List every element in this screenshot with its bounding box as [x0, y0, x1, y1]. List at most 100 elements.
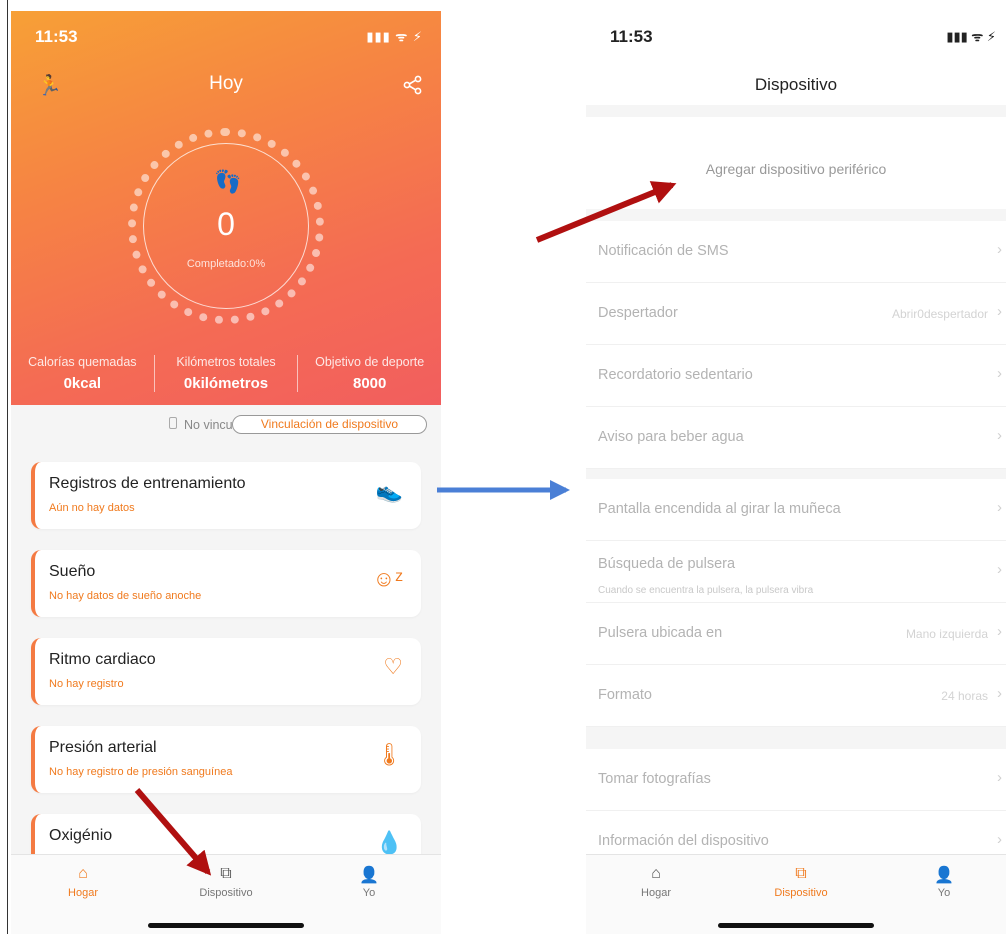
shoe-icon: 👟: [375, 478, 403, 503]
setting-format[interactable]: Formato 24 horas ›: [586, 665, 1006, 727]
nav-header: 11:53 ▮▮▮ ᯤ ⚡ Dispositivo: [586, 11, 1006, 105]
card-title: Sueño: [49, 563, 96, 580]
tab-label: Yo: [937, 887, 951, 899]
stat-goal: Objetivo de deporte 8000: [297, 355, 441, 392]
page-title: Dispositivo: [754, 75, 838, 94]
setting-take-photo[interactable]: Tomar fotografías ›: [586, 749, 1006, 811]
home-icon: ⌂: [651, 865, 661, 882]
watch-icon: [169, 417, 177, 429]
settings-group-1: Notificación de SMS › Despertador Abrir0…: [586, 221, 1006, 469]
tab-label: Hogar: [68, 887, 98, 899]
setting-label: Despertador: [598, 305, 678, 321]
setting-label: Pantalla encendida al girar la muñeca: [598, 501, 841, 517]
drop-icon: 💧: [375, 830, 403, 855]
tab-me[interactable]: 👤 Yo: [904, 865, 984, 899]
card-sleep[interactable]: Sueño No hay datos de sueño anoche ☺ᶻ: [31, 550, 421, 617]
tab-label: Yo: [362, 887, 376, 899]
device-icon: ⧉: [220, 865, 232, 882]
device-icon: ⧉: [795, 865, 807, 882]
status-icons: ▮▮▮ ᯤ ⚡: [366, 29, 423, 44]
tab-label: Hogar: [641, 887, 671, 899]
tab-bar: ⌂ Hogar ⧉ Dispositivo 👤 Yo: [586, 854, 1006, 934]
setting-wear-hand[interactable]: Pulsera ubicada en Mano izquierda ›: [586, 603, 1006, 665]
tab-me[interactable]: 👤 Yo: [329, 865, 409, 899]
chevron-right-icon: ›: [997, 831, 1002, 848]
setting-find-band[interactable]: Búsqueda de pulsera Cuando se encuentra …: [586, 541, 1006, 603]
chevron-right-icon: ›: [997, 499, 1002, 516]
status-time: 11:53: [610, 27, 653, 46]
tab-device[interactable]: ⧉ Dispositivo: [186, 865, 266, 899]
stat-value: 0kilómetros: [183, 375, 269, 392]
step-count: 0: [217, 206, 235, 242]
left-border-line: [7, 0, 8, 934]
card-title: Presión arterial: [49, 739, 157, 756]
tab-home[interactable]: ⌂ Hogar: [616, 865, 696, 899]
hero-header: 11:53 ▮▮▮ ᯤ ⚡ 🏃 Hoy 👣 0 Completado:0% Ca…: [11, 11, 441, 405]
stat-label: Kilómetros totales: [176, 355, 276, 369]
stats-row: Calorías quemadas 0kcal Kilómetros total…: [11, 355, 441, 392]
share-icon[interactable]: [403, 75, 423, 95]
person-icon: 👤: [934, 867, 954, 884]
tab-device[interactable]: ⧉ Dispositivo: [761, 865, 841, 899]
home-indicator: [148, 923, 304, 928]
page-title: Hoy: [209, 73, 243, 94]
bind-device-button[interactable]: Vinculación de dispositivo: [232, 415, 427, 434]
setting-value: Abrir0despertador: [891, 307, 988, 321]
binding-status-row: No vinculado Vinculación de dispositivo: [11, 413, 441, 437]
stat-calories: Calorías quemadas 0kcal: [11, 355, 154, 392]
status-time: 11:53: [35, 27, 78, 46]
stat-label: Objetivo de deporte: [315, 355, 425, 369]
setting-label: Notificación de SMS: [598, 243, 729, 259]
stat-value: 0kcal: [63, 375, 102, 392]
card-title: Registros de entrenamiento: [49, 475, 246, 492]
person-icon: 👤: [359, 867, 379, 884]
setting-label: Aviso para beber agua: [598, 429, 744, 445]
setting-value: 24 horas: [941, 689, 988, 703]
chevron-right-icon: ›: [997, 561, 1002, 578]
chevron-right-icon: ›: [997, 303, 1002, 320]
stat-value: 8000: [352, 375, 387, 392]
add-device-button[interactable]: Agregar dispositivo periférico: [586, 117, 1006, 209]
card-subtitle: No hay registro de presión sanguínea: [49, 766, 233, 778]
completion-text: Completado:0%: [186, 258, 266, 270]
setting-label: Pulsera ubicada en: [598, 625, 723, 641]
tab-home[interactable]: ⌂ Hogar: [43, 865, 123, 899]
setting-wrist-turn[interactable]: Pantalla encendida al girar la muñeca ›: [586, 479, 1006, 541]
home-indicator: [718, 923, 874, 928]
setting-alarm[interactable]: Despertador Abrir0despertador ›: [586, 283, 1006, 345]
chevron-right-icon: ›: [997, 241, 1002, 258]
card-blood-pressure[interactable]: Presión arterial No hay registro de pres…: [31, 726, 421, 793]
settings-group-2: Pantalla encendida al girar la muñeca › …: [586, 479, 1006, 727]
chevron-right-icon: ›: [997, 365, 1002, 382]
card-title: Oxigénio: [49, 827, 113, 844]
status-icons: ▮▮▮ ᯤ ⚡: [946, 29, 996, 44]
card-training[interactable]: Registros de entrenamiento Aún no hay da…: [31, 462, 421, 529]
setting-label: Búsqueda de pulsera: [598, 556, 736, 572]
health-cards: Registros de entrenamiento Aún no hay da…: [31, 462, 421, 902]
setting-sedentary[interactable]: Recordatorio sedentario ›: [586, 345, 1006, 407]
status-bar: 11:53 ▮▮▮ ᯤ ⚡: [35, 27, 423, 49]
setting-sublabel: Cuando se encuentra la pulsera, la pulse…: [598, 585, 814, 596]
status-bar: 11:53 ▮▮▮ ᯤ ⚡: [610, 27, 996, 49]
setting-sms[interactable]: Notificación de SMS ›: [586, 221, 1006, 283]
card-title: Ritmo cardiaco: [49, 651, 156, 668]
device-screen: 11:53 ▮▮▮ ᯤ ⚡ Dispositivo Agregar dispos…: [586, 11, 1006, 934]
sleep-face-icon: ☺ᶻ: [372, 566, 403, 591]
home-icon: ⌂: [78, 865, 88, 882]
thermometer-icon: 🌡: [375, 742, 403, 767]
chevron-right-icon: ›: [997, 427, 1002, 444]
chevron-right-icon: ›: [997, 769, 1002, 786]
tab-label: Dispositivo: [774, 887, 828, 899]
heart-icon: ♡: [383, 654, 403, 679]
chevron-right-icon: ›: [997, 685, 1002, 702]
footsteps-icon: 👣: [214, 169, 242, 194]
setting-value: Mano izquierda: [905, 627, 988, 641]
home-screen: 11:53 ▮▮▮ ᯤ ⚡ 🏃 Hoy 👣 0 Completado:0% Ca…: [11, 11, 441, 934]
stat-kilometers: Kilómetros totales 0kilómetros: [153, 355, 298, 392]
setting-label: Tomar fotografías: [598, 771, 711, 787]
tab-label: Dispositivo: [199, 887, 253, 899]
tab-bar: ⌂ Hogar ⧉ Dispositivo 👤 Yo: [11, 854, 441, 934]
add-device-label: Agregar dispositivo periférico: [705, 161, 887, 177]
setting-water[interactable]: Aviso para beber agua ›: [586, 407, 1006, 469]
card-heart-rate[interactable]: Ritmo cardiaco No hay registro ♡: [31, 638, 421, 705]
